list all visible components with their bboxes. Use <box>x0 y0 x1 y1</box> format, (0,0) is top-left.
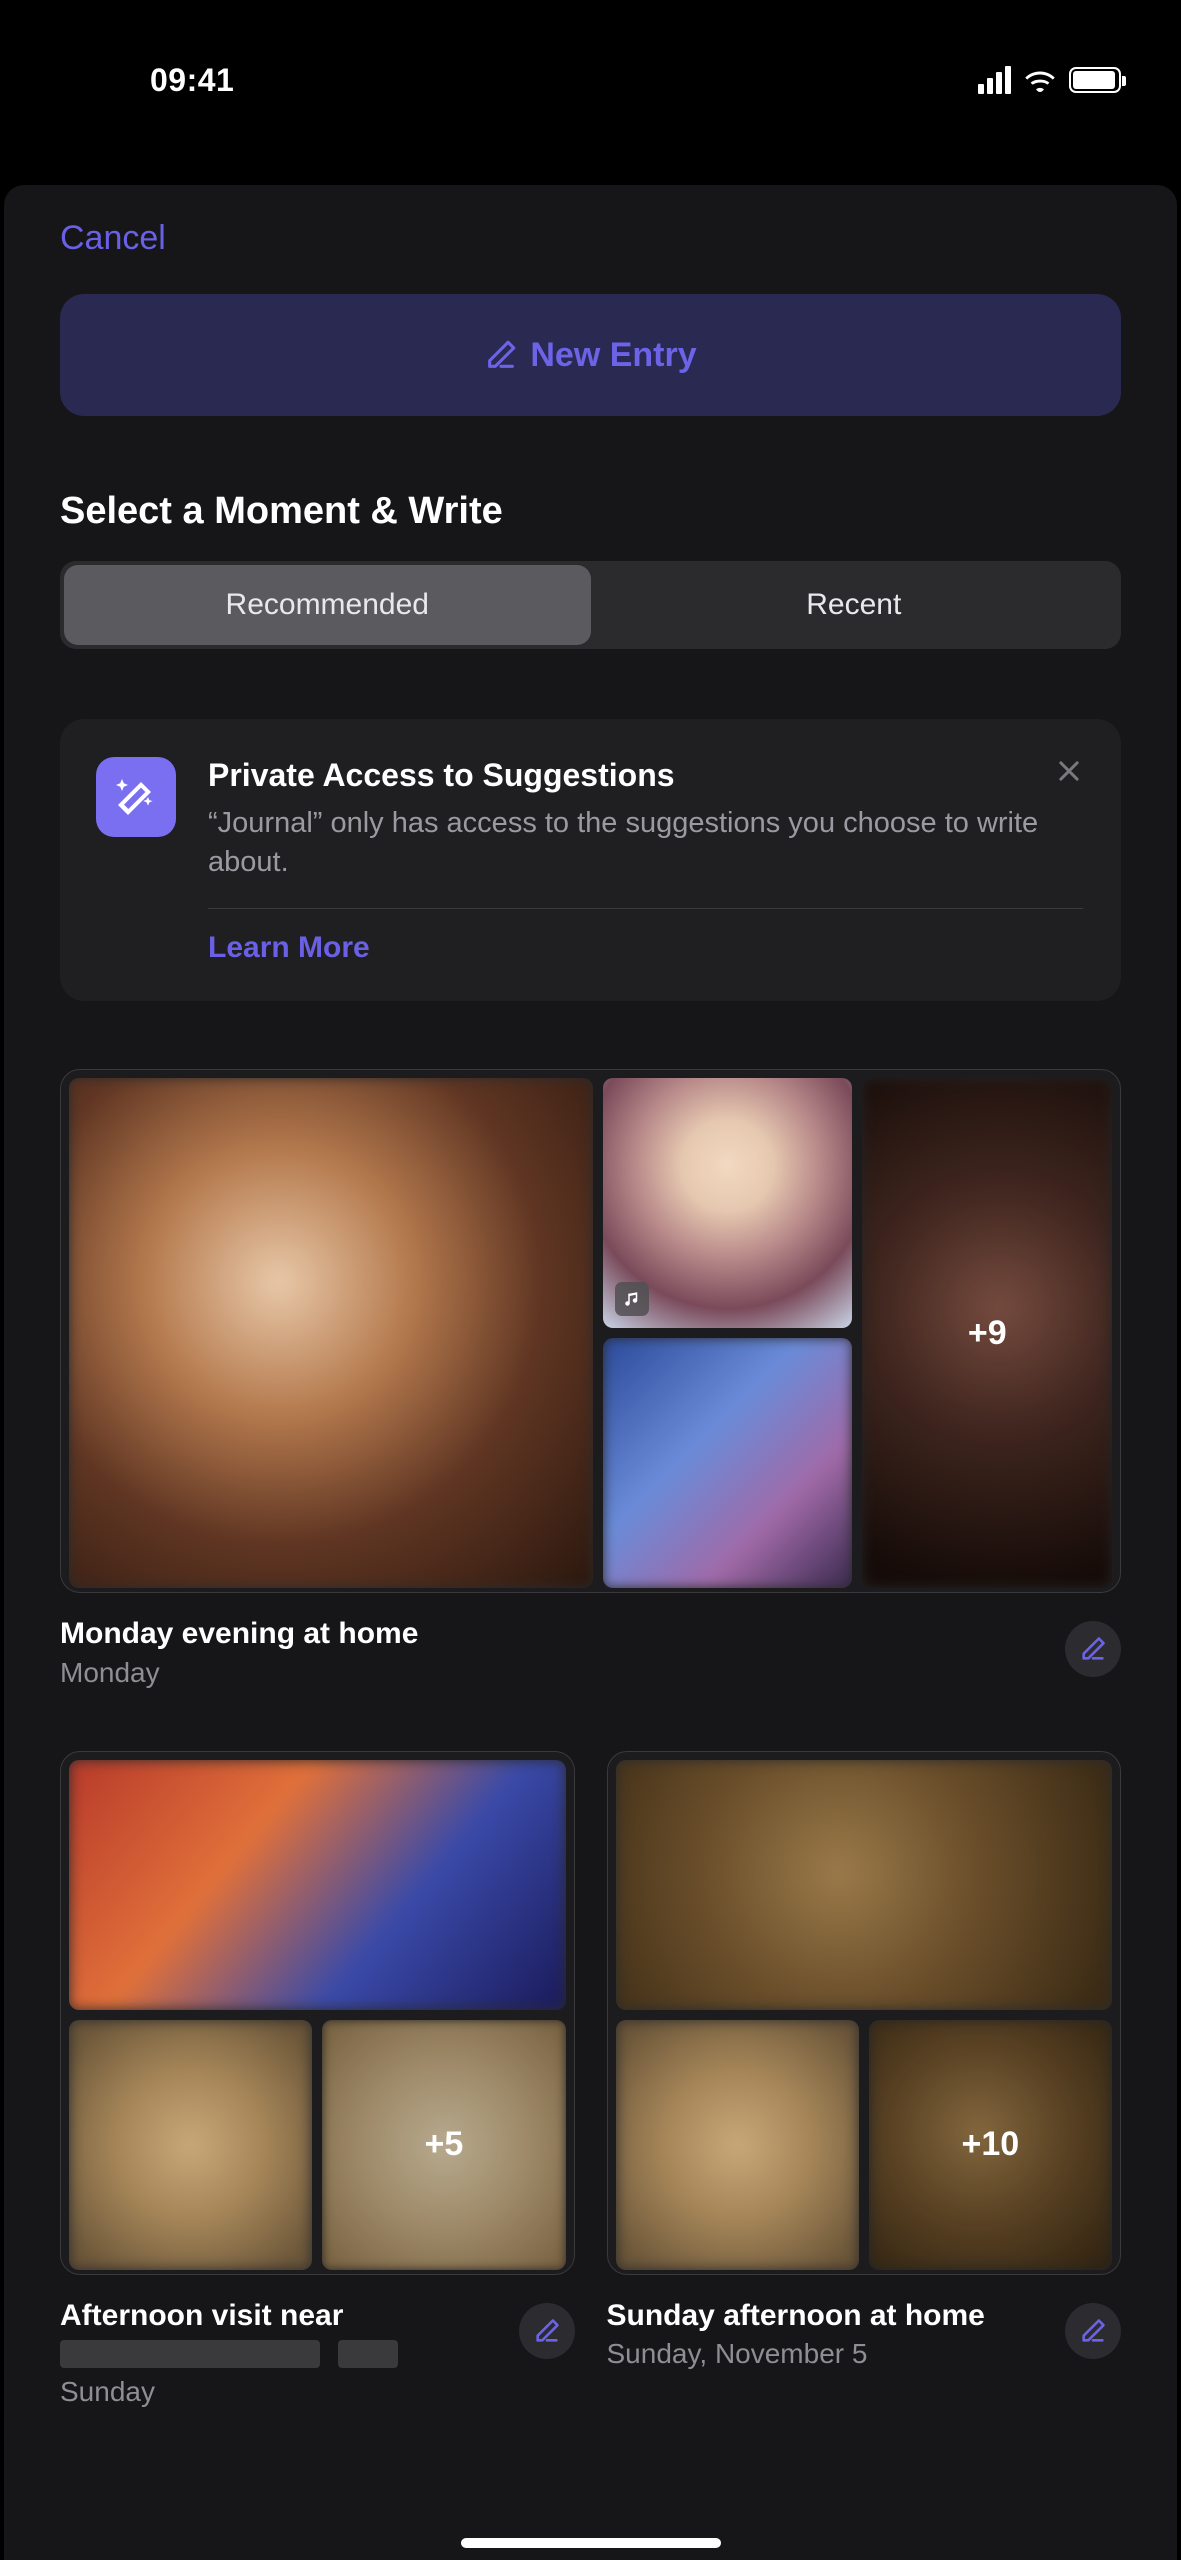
photo-thumbnail <box>69 1760 566 2010</box>
magic-wand-icon <box>96 757 176 837</box>
new-entry-label: New Entry <box>530 336 696 375</box>
moment-title: Monday evening at home <box>60 1615 418 1653</box>
music-icon <box>615 1282 649 1316</box>
photo-thumbnail: +10 <box>869 2020 1112 2270</box>
status-bar: 09:41 <box>0 0 1181 160</box>
photo-thumbnail: +5 <box>322 2020 565 2270</box>
moment-card[interactable]: +10 Sunday afternoon at home Sunday, Nov… <box>607 1751 1122 2408</box>
photo-thumbnail <box>69 2020 312 2270</box>
moment-card[interactable]: +9 Monday evening at home Monday <box>60 1069 1121 1689</box>
moment-subtitle: Sunday, November 5 <box>607 2338 985 2370</box>
wifi-icon <box>1023 67 1057 93</box>
privacy-card: Private Access to Suggestions “Journal” … <box>60 719 1121 1001</box>
moment-photo-grid: +10 <box>607 1751 1122 2275</box>
compose-button[interactable] <box>519 2303 575 2359</box>
moment-subtitle: Sunday <box>60 2376 398 2408</box>
tab-recommended[interactable]: Recommended <box>64 565 591 645</box>
moment-subtitle: Monday <box>60 1657 418 1689</box>
moment-photo-grid: +5 <box>60 1751 575 2275</box>
tab-recent[interactable]: Recent <box>591 565 1118 645</box>
segmented-control: Recommended Recent <box>60 561 1121 649</box>
photo-thumbnail <box>603 1338 853 1588</box>
cancel-button[interactable]: Cancel <box>60 219 166 257</box>
redacted-text <box>60 2340 320 2368</box>
moment-title: Afternoon visit near <box>60 2297 398 2372</box>
photo-thumbnail <box>69 1078 593 1588</box>
privacy-title: Private Access to Suggestions <box>208 757 1083 794</box>
more-count-badge: +10 <box>869 2020 1112 2270</box>
more-count-badge: +5 <box>322 2020 565 2270</box>
close-icon[interactable] <box>1049 751 1089 791</box>
redacted-text <box>338 2340 398 2368</box>
modal-sheet: Cancel New Entry Select a Moment & Write… <box>4 185 1177 2560</box>
new-entry-button[interactable]: New Entry <box>60 294 1121 416</box>
more-count-badge: +9 <box>862 1078 1112 1588</box>
photo-thumbnail: +9 <box>862 1078 1112 1588</box>
home-indicator <box>461 2538 721 2548</box>
photo-thumbnail <box>616 2020 859 2270</box>
compose-button[interactable] <box>1065 1621 1121 1677</box>
privacy-description: “Journal” only has access to the suggest… <box>208 804 1083 882</box>
compose-icon <box>484 338 518 372</box>
battery-icon <box>1069 67 1121 93</box>
moment-photo-grid: +9 <box>60 1069 1121 1593</box>
photo-thumbnail <box>616 1760 1113 2010</box>
moment-card[interactable]: +5 Afternoon visit near Sunday <box>60 1751 575 2408</box>
section-title: Select a Moment & Write <box>60 490 1121 533</box>
compose-button[interactable] <box>1065 2303 1121 2359</box>
moment-title: Sunday afternoon at home <box>607 2297 985 2335</box>
learn-more-link[interactable]: Learn More <box>208 931 1083 965</box>
divider <box>208 908 1083 909</box>
cellular-signal-icon <box>978 66 1011 94</box>
photo-thumbnail <box>603 1078 853 1328</box>
status-icons <box>978 66 1121 94</box>
status-time: 09:41 <box>150 62 234 99</box>
